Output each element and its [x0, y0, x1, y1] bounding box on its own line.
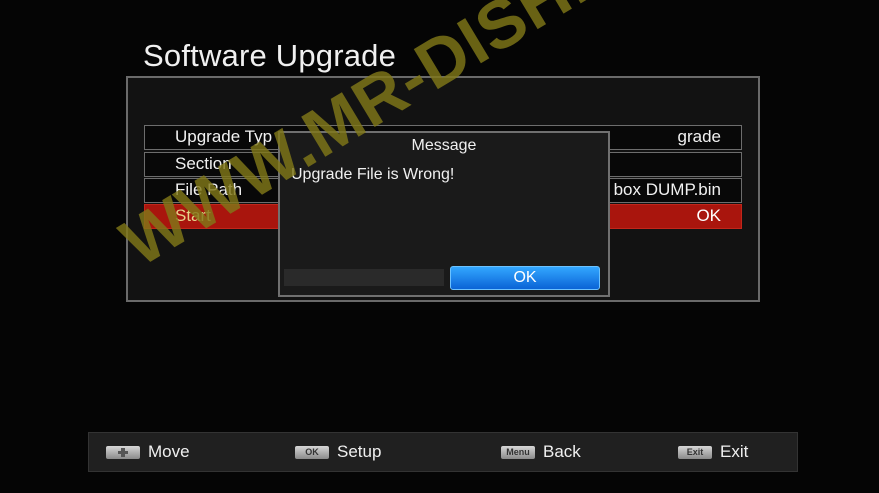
- setup-hint: OK Setup: [295, 442, 381, 462]
- dialog-button-strip: [284, 269, 444, 286]
- page-title: Software Upgrade: [143, 38, 397, 73]
- file-path-value: box DUMP.bin: [613, 180, 721, 199]
- exit-label: Exit: [720, 442, 749, 461]
- upgrade-type-value: grade: [677, 127, 721, 146]
- setup-label: Setup: [337, 442, 382, 461]
- start-value: OK: [696, 206, 721, 225]
- exit-key-icon: Exit: [678, 445, 712, 459]
- ok-button[interactable]: OK: [450, 266, 600, 290]
- move-hint: Move: [106, 442, 190, 462]
- back-hint: Menu Back: [501, 442, 581, 462]
- move-label: Move: [148, 442, 190, 461]
- upgrade-type-label: Upgrade Typ: [175, 127, 273, 146]
- exit-hint: Exit Exit: [678, 442, 748, 462]
- message-dialog: Message Upgrade File is Wrong! OK: [278, 131, 610, 297]
- start-label: Start: [175, 206, 211, 225]
- footer-help-bar: Move OK Setup Menu Back Exit Exit: [88, 432, 798, 472]
- dialog-message: Upgrade File is Wrong!: [291, 166, 455, 183]
- back-label: Back: [543, 442, 581, 461]
- section-label: Section: [175, 154, 232, 173]
- file-path-label: File Path: [175, 180, 243, 199]
- ok-key-icon: OK: [295, 445, 329, 459]
- menu-key-icon: Menu: [501, 445, 535, 459]
- dialog-title: Message: [411, 137, 477, 154]
- dpad-key-icon: [106, 445, 140, 459]
